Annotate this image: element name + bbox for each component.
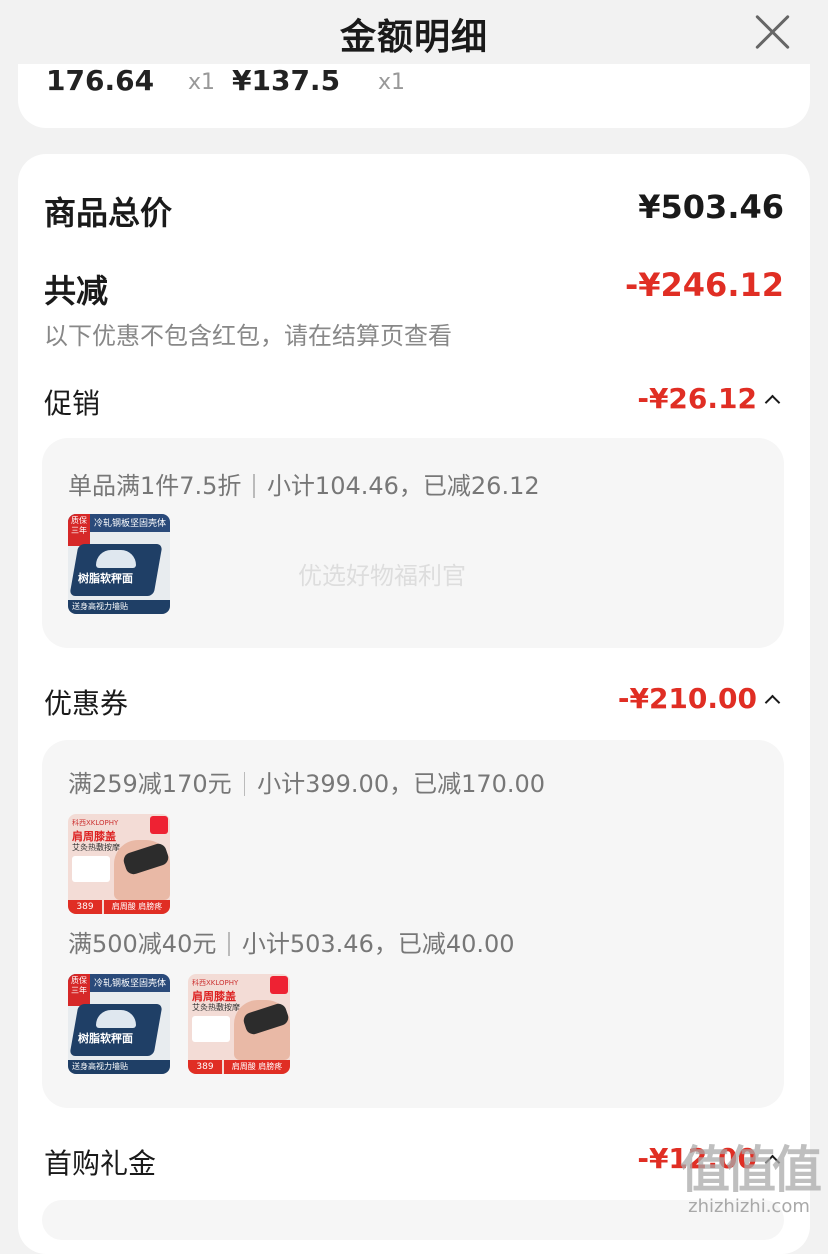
reduce-row: 共减 -¥246.12: [44, 266, 784, 312]
thumb-price: 389: [68, 900, 102, 914]
warranty-badge: 质保三年: [68, 974, 90, 1006]
previous-price-b: ¥137.5: [232, 64, 341, 97]
coupon-rule-1: 满259减170元: [68, 770, 232, 798]
thumb-foot-text: 送身高视力墙贴: [68, 600, 170, 614]
thumb-brand: 科西XKLOPHY: [192, 979, 239, 987]
first-purchase-header[interactable]: 首购礼金 -¥12.00: [44, 1142, 784, 1182]
product-thumbnail-massager[interactable]: 科西XKLOPHY 肩周膝盖 艾灸热敷按摩 389 肩周酸 肩膀疼: [68, 814, 170, 914]
center-watermark: 优选好物福利官: [298, 562, 466, 590]
previous-price-a: 176.64: [46, 64, 155, 97]
promotion-amount-toggle[interactable]: -¥26.12: [637, 382, 781, 415]
chevron-up-icon: [764, 694, 781, 711]
promotion-label: 促销: [44, 387, 101, 420]
thumb-foot-text: 肩周酸 肩膀疼: [104, 900, 170, 914]
thumb-brand: 科西XKLOPHY: [72, 819, 119, 827]
coupon-amount: -¥210.00: [617, 682, 757, 715]
coupon-header[interactable]: 优惠券 -¥210.00: [44, 682, 784, 722]
scale-device-text: 树脂软秤面: [78, 1032, 133, 1045]
previous-qty-a: x1: [188, 70, 216, 95]
thumb-subtitle: 艾灸热敷按摩: [192, 1003, 240, 1012]
chevron-up-icon: [764, 394, 781, 411]
thumb-corner-badge: [150, 816, 168, 834]
coupon-rule-line-2: 满500减40元 小计503.46，已减40.00: [68, 924, 515, 959]
divider: [243, 772, 246, 796]
product-thumbnail-scale[interactable]: 质保三年 冷轧钢板坚固壳体 树脂软秤面 送身高视力墙贴: [68, 974, 170, 1074]
thumb-band-text: 冷轧钢板坚固壳体: [94, 979, 167, 989]
first-purchase-label: 首购礼金: [44, 1147, 157, 1180]
promotion-panel: 单品满1件7.5折 小计104.46，已减26.12 质保三年 冷轧钢板坚固壳体 …: [42, 438, 784, 648]
coupon-amount-toggle[interactable]: -¥210.00: [617, 682, 781, 715]
scale-dial: [96, 550, 136, 568]
thumb-subtitle: 艾灸热敷按摩: [72, 843, 120, 852]
discount-note: 以下优惠不包含红包，请在结算页查看: [44, 322, 452, 350]
promotion-rule-line: 单品满1件7.5折 小计104.46，已减26.12: [68, 466, 540, 501]
thumb-foot-text: 送身高视力墙贴: [68, 1060, 170, 1074]
product-thumbnail-scale[interactable]: 质保三年 冷轧钢板坚固壳体 树脂软秤面 送身高视力墙贴: [68, 514, 170, 614]
coupon-detail-1: 小计399.00，已减170.00: [257, 770, 546, 798]
promotion-header[interactable]: 促销 -¥26.12: [44, 382, 784, 422]
promotion-rule: 单品满1件7.5折: [68, 472, 242, 500]
reduce-label: 共减: [44, 272, 109, 310]
coupon-detail-2: 小计503.46，已减40.00: [241, 930, 515, 958]
site-watermark: 值值值 zhizhizhi.com: [680, 1130, 822, 1217]
total-row: 商品总价 ¥503.46: [44, 188, 784, 234]
promotion-amount: -¥26.12: [637, 382, 757, 415]
coupon-rule-2: 满500减40元: [68, 930, 217, 958]
thumb-mini-card: [192, 1016, 230, 1042]
coupon-rule-line-1: 满259减170元 小计399.00，已减170.00: [68, 764, 545, 799]
site-watermark-logo: 值值值: [680, 1141, 822, 1199]
coupon-label: 优惠券: [44, 687, 129, 720]
close-icon[interactable]: [752, 12, 792, 52]
thumb-foot-text: 肩周酸 肩膀疼: [224, 1060, 290, 1074]
modal-title: 金额明细: [339, 17, 488, 58]
thumb-band-text: 冷轧钢板坚固壳体: [94, 519, 167, 529]
total-value: ¥503.46: [638, 188, 784, 226]
reduce-value: -¥246.12: [624, 266, 784, 304]
amount-detail-card: 商品总价 ¥503.46 共减 -¥246.12 以下优惠不包含红包，请在结算页…: [18, 154, 810, 1254]
total-label: 商品总价: [44, 194, 173, 232]
divider: [253, 474, 255, 498]
thumb-price: 389: [188, 1060, 222, 1074]
coupon-panel: 满259减170元 小计399.00，已减170.00 科西XKLOPHY 肩周膝…: [42, 740, 784, 1108]
thumb-corner-badge: [270, 976, 288, 994]
divider: [228, 932, 230, 956]
scale-dial: [96, 1010, 136, 1028]
warranty-badge: 质保三年: [68, 514, 90, 546]
thumb-mini-card: [72, 856, 110, 882]
first-purchase-panel: [42, 1200, 784, 1240]
product-thumbnail-massager[interactable]: 科西XKLOPHY 肩周膝盖 艾灸热敷按摩 389 肩周酸 肩膀疼: [188, 974, 290, 1074]
scale-device-text: 树脂软秤面: [78, 572, 133, 585]
modal-header: 金额明细: [0, 0, 828, 64]
promotion-detail: 小计104.46，已减26.12: [266, 472, 540, 500]
previous-qty-b: x1: [378, 70, 406, 95]
